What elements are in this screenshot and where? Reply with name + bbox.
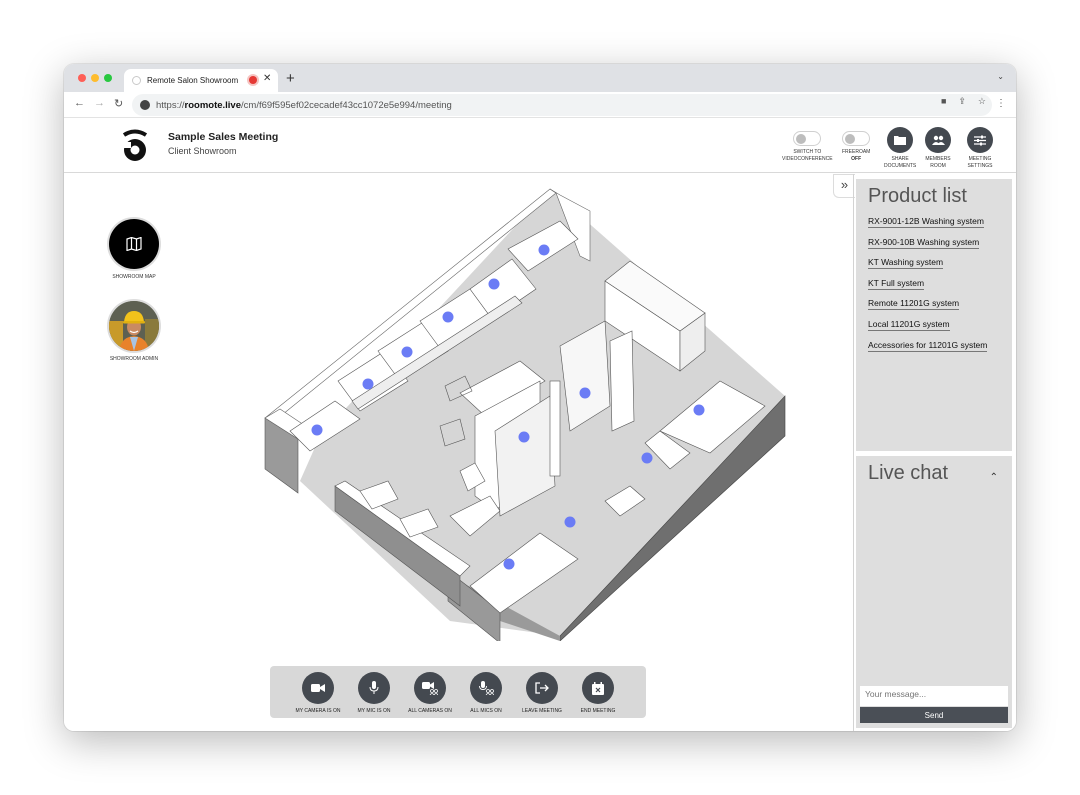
all-mics-button[interactable]: ALL MICS ON (464, 672, 508, 718)
camera-in-use-icon[interactable]: ■ (941, 96, 946, 107)
camera-icon (311, 684, 325, 692)
map-hotspot[interactable] (579, 387, 591, 399)
browser-window: Remote Salon Showroom ✕ + ⌄ ← → ↻ https:… (64, 64, 1016, 731)
forward-icon[interactable]: → (94, 97, 105, 109)
map-icon (126, 237, 142, 251)
product-link[interactable]: Accessories for 11201G system (868, 340, 988, 352)
sidebar-divider (853, 174, 854, 731)
address-bar[interactable]: https://roomote.live/cm/f69f595ef02cecad… (132, 94, 992, 116)
tab-title: Remote Salon Showroom (147, 76, 239, 85)
showroom-admin-nav[interactable]: SHOWROOM ADMIN (104, 301, 164, 362)
app: Sample Sales Meeting Client Showroom SWI… (64, 119, 1016, 731)
send-button[interactable]: Send (860, 707, 1008, 723)
browser-tab[interactable]: Remote Salon Showroom ✕ (124, 69, 278, 92)
map-hotspot[interactable] (564, 516, 576, 528)
tab-strip: Remote Salon Showroom ✕ + ⌄ (64, 64, 1016, 92)
freeroam-toggle-group: FREEROAM OFF (842, 127, 870, 163)
maximize-window-button[interactable] (104, 74, 112, 82)
all-cameras-button[interactable]: ALL CAMERAS ON (408, 672, 452, 718)
freeroam-toggle[interactable] (842, 131, 871, 146)
roomote-logo (122, 129, 148, 161)
group-mic-icon (479, 681, 494, 695)
leave-meeting-button[interactable]: LEAVE MEETING (520, 672, 564, 718)
map-hotspot[interactable] (311, 424, 323, 436)
close-tab-icon[interactable]: ✕ (263, 73, 271, 84)
app-header: Sample Sales Meeting Client Showroom SWI… (64, 119, 1016, 173)
map-hotspot[interactable] (518, 431, 530, 443)
site-info-icon[interactable] (140, 100, 150, 110)
map-hotspot[interactable] (401, 346, 413, 358)
product-link[interactable]: RX-900-10B Washing system (868, 237, 980, 249)
collapse-sidebar-button[interactable]: » (833, 174, 855, 198)
browser-toolbar: ← → ↻ https://roomote.live/cm/f69f595ef0… (64, 92, 1016, 118)
bookmark-star-icon[interactable]: ☆ (978, 96, 986, 107)
meeting-settings-button[interactable]: MEETING SETTINGS (967, 127, 993, 170)
share-icon[interactable]: ⇪ (958, 96, 966, 107)
my-camera-button[interactable]: MY CAMERA IS ON (296, 672, 340, 718)
showroom-map-nav[interactable]: SHOWROOM MAP (104, 219, 164, 280)
map-hotspot[interactable] (488, 278, 500, 290)
folder-icon (894, 136, 907, 145)
leave-icon (535, 682, 549, 694)
new-tab-button[interactable]: + (286, 70, 295, 87)
map-hotspot[interactable] (503, 558, 515, 570)
product-list-title: Product list (868, 185, 967, 207)
meeting-controls-bar: MY CAMERA IS ON MY MIC IS ON ALL CAMERAS… (270, 666, 646, 718)
admin-avatar[interactable] (109, 301, 159, 351)
back-icon[interactable]: ← (74, 97, 85, 109)
chat-message-input[interactable] (860, 686, 1008, 706)
mic-icon (369, 681, 379, 694)
product-link[interactable]: KT Full system (868, 278, 925, 290)
minimize-window-button[interactable] (91, 74, 99, 82)
product-link[interactable]: KT Washing system (868, 257, 944, 270)
product-list-panel: Product list RX-9001-12B Washing system … (856, 179, 1012, 451)
videoconference-toggle-group: SWITCH TO VIDEOCONFERENCE (782, 127, 833, 163)
favicon-icon (132, 76, 141, 85)
sliders-icon (974, 135, 986, 145)
showroom-3d-map[interactable] (260, 181, 790, 641)
my-mic-button[interactable]: MY MIC IS ON (352, 672, 396, 718)
browser-menu-icon[interactable]: ⋮ (996, 98, 1006, 109)
map-hotspot[interactable] (442, 311, 454, 323)
live-chat-title: Live chat (868, 462, 949, 484)
meeting-subtitle: Client Showroom (168, 146, 237, 156)
product-link[interactable]: RX-9001-12B Washing system (868, 216, 984, 228)
map-hotspot[interactable] (693, 404, 705, 416)
videoconference-toggle[interactable] (793, 131, 822, 146)
members-room-button[interactable]: MEMBERS ROOM (925, 127, 951, 170)
url-text: https://roomote.live/cm/f69f595ef02cecad… (156, 99, 452, 111)
map-hotspot[interactable] (538, 244, 550, 256)
chevron-up-icon[interactable]: ⌃ (990, 472, 998, 483)
share-documents-button[interactable]: SHARE DOCUMENTS (884, 127, 916, 170)
live-chat-panel: Live chat ⌃ Send (856, 456, 1012, 728)
product-link[interactable]: Remote 11201G system (868, 298, 960, 311)
end-meeting-button[interactable]: END MEETING (576, 672, 620, 718)
recording-icon (249, 76, 257, 84)
group-camera-icon (422, 682, 438, 695)
close-window-button[interactable] (78, 74, 86, 82)
map-hotspot[interactable] (641, 452, 653, 464)
end-calendar-icon (592, 681, 604, 695)
map-hotspot[interactable] (362, 378, 374, 390)
tab-search-chevron-icon[interactable]: ⌄ (997, 72, 1004, 81)
members-icon (931, 135, 945, 145)
meeting-title: Sample Sales Meeting (168, 131, 279, 143)
product-link[interactable]: Local 11201G system (868, 319, 950, 331)
reload-icon[interactable]: ↻ (114, 97, 123, 110)
